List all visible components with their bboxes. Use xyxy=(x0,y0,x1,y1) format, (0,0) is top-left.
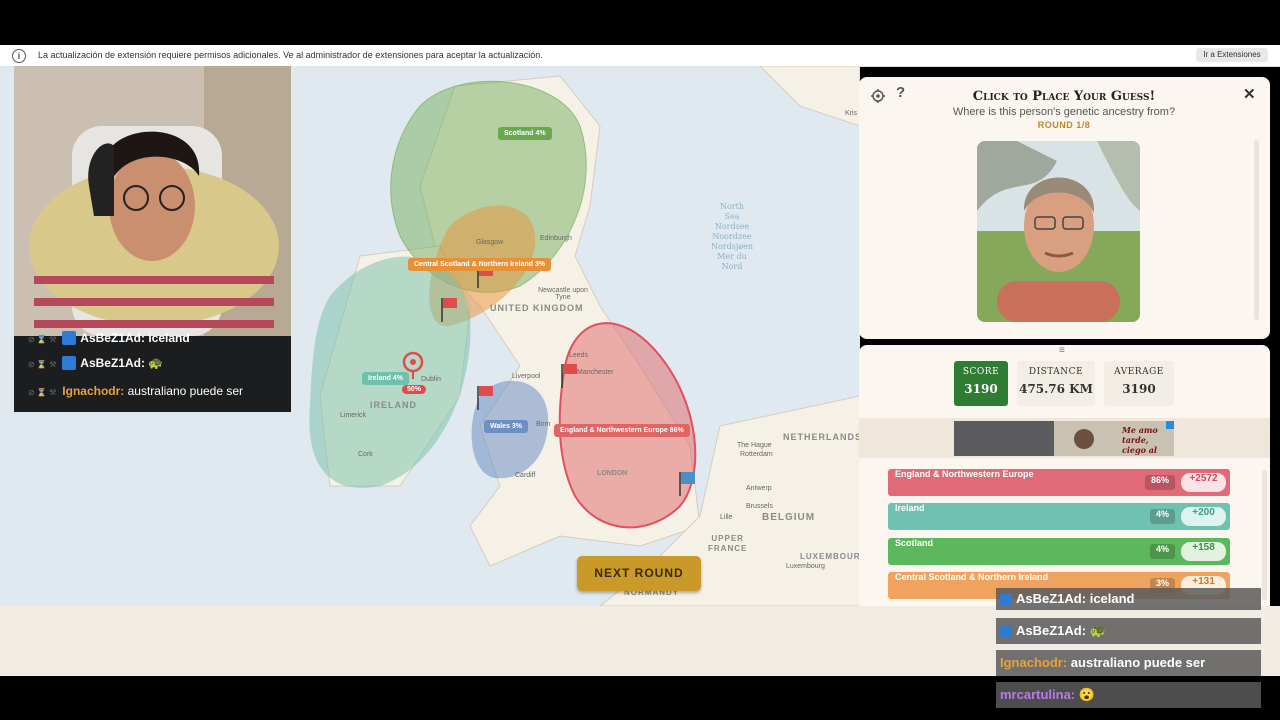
place-liverpool: Liverpool xyxy=(512,373,541,380)
country-luxembourg: LUXEMBOURG xyxy=(800,552,860,561)
country-belgium: BELGIUM xyxy=(762,512,816,523)
chat-message: mrcartulina: 😮 xyxy=(996,682,1261,708)
place-birmingham: Birm xyxy=(536,421,551,428)
country-netherlands: NETHERLANDS xyxy=(783,432,860,442)
go-to-extensions-button[interactable]: Ir a Extensiones xyxy=(1196,48,1268,62)
place-kristiansand: Kris xyxy=(845,110,858,117)
ad-text: Me amo tarde, ciego al mejor. xyxy=(1122,425,1158,456)
chat-message: ⊘ ⌛ ⚒ AsBeZ1Ad: iceland xyxy=(28,331,190,345)
country-uk: UNITED KINGDOM xyxy=(490,303,584,313)
drag-handle-icon[interactable]: ≡ xyxy=(1059,345,1065,356)
mod-icons: ⊘ ⌛ ⚒ xyxy=(28,388,57,397)
place-antwerp: Antwerp xyxy=(746,485,772,492)
chat-message: ⊘ ⌛ ⚒ Ignachodr: australiano puede ser xyxy=(28,384,244,398)
chat-message: AsBeZ1Ad: 🐢 xyxy=(996,618,1261,644)
average-stat: AVERAGE 3190 xyxy=(1104,361,1174,406)
region-label-central-scotland: Central Scotland & Northern Ireland 3% xyxy=(408,258,552,271)
place-brussels: Brussels xyxy=(746,503,773,510)
place-lille: Lille xyxy=(720,514,733,521)
place-cardiff: Cardiff xyxy=(515,472,536,479)
results-scrollbar[interactable] xyxy=(1262,470,1267,600)
scandinavia-land xyxy=(759,66,860,127)
webcam-overlay xyxy=(14,66,291,336)
ad-banner[interactable]: Me amo tarde, ciego al mejor. xyxy=(954,421,1174,456)
stream-chat-overlay-left: ⊘ ⌛ ⚒ AsBeZ1Ad: iceland ⊘ ⌛ ⚒ AsBeZ1Ad: 🐢 … xyxy=(14,331,291,412)
place-manchester: Manchester xyxy=(577,369,614,376)
place-glasgow: Glasgow xyxy=(476,239,504,246)
mod-icons: ⊘ ⌛ ⚒ xyxy=(28,360,57,369)
gear-icon[interactable] xyxy=(871,89,885,103)
region-label-scotland: Scotland 4% xyxy=(498,127,552,140)
panel-subtitle: Where is this person's genetic ancestry … xyxy=(952,106,1176,118)
country-upper-france: UPPER FRANCE xyxy=(708,534,748,553)
guess-percent-badge: 50% xyxy=(402,385,427,394)
badge-icon xyxy=(1000,594,1012,606)
result-row-ireland: Ireland 4% +200 xyxy=(888,503,1230,530)
region-label-ireland: Ireland 4% xyxy=(362,372,410,385)
place-newcastle: Newcastle upon Tyne xyxy=(538,287,588,301)
badge-icon xyxy=(62,331,77,345)
infobar-message: La actualización de extensión requiere p… xyxy=(38,50,543,60)
region-label-england: England & Northwestern Europe 86% xyxy=(554,424,690,437)
next-round-button[interactable]: NEXT ROUND xyxy=(577,556,701,591)
panel-title: Click to Place Your Guess! xyxy=(972,89,1156,104)
score-stat: SCORE 3190 xyxy=(954,361,1008,406)
place-luxembourg: Luxembourg xyxy=(786,563,825,570)
region-label-wales: Wales 3% xyxy=(484,420,529,433)
distance-stat: DISTANCE 475.76 KM xyxy=(1017,361,1095,406)
place-cork: Cork xyxy=(358,451,373,458)
country-ireland: IRELAND xyxy=(370,400,417,410)
place-dublin: Dublin xyxy=(421,376,441,383)
badge-icon xyxy=(1000,626,1012,638)
place-leeds: Leeds xyxy=(569,352,589,359)
info-icon: i xyxy=(12,49,26,63)
north-sea-label: North Sea Nordsee Noordzee Nordsjøen Mer… xyxy=(710,202,754,271)
panel-scrollbar[interactable] xyxy=(1254,140,1259,320)
place-rotterdam: Rotterdam xyxy=(740,451,773,458)
close-icon[interactable]: ✕ xyxy=(1243,85,1256,103)
chat-message: AsBeZ1Ad: iceland xyxy=(996,588,1261,610)
round-indicator: ROUND 1/8 xyxy=(1037,120,1091,130)
place-the-hague: The Hague xyxy=(737,442,772,449)
place-limerick: Limerick xyxy=(340,412,367,419)
place-london: LONDON xyxy=(597,470,628,477)
chat-message: Ignachodr: australiano puede ser xyxy=(996,650,1261,676)
badge-icon xyxy=(62,356,77,370)
place-edinburgh: Edinburgh xyxy=(540,235,572,242)
chat-message: ⊘ ⌛ ⚒ AsBeZ1Ad: 🐢 xyxy=(28,356,164,370)
result-row-england: England & Northwestern Europe 86% +2572 xyxy=(888,469,1230,496)
person-photo xyxy=(977,141,1140,322)
mod-icons: ⊘ ⌛ ⚒ xyxy=(28,335,57,344)
result-row-scotland: Scotland 4% +158 xyxy=(888,538,1230,565)
